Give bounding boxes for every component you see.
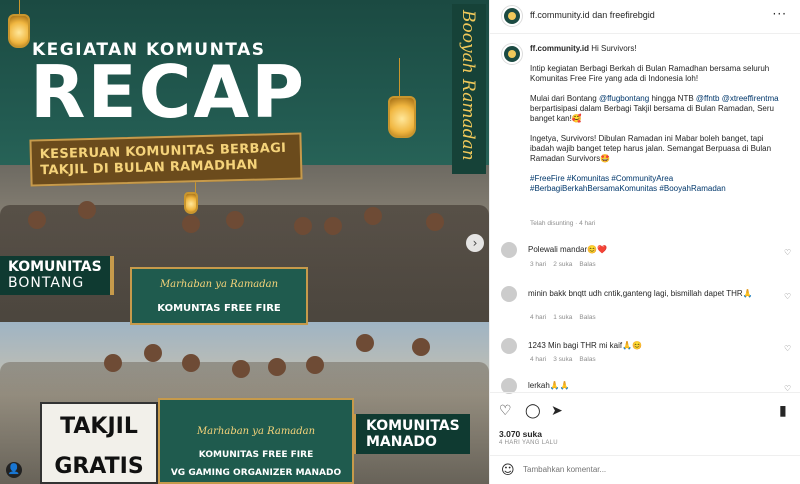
sign-line-2: GRATIS (54, 454, 144, 479)
person-head (104, 354, 122, 372)
comment-like-icon[interactable]: ♡ (784, 292, 791, 301)
hashtags-line-2[interactable]: #BerbagiBerkahBersamaKomunitas #BooyahRa… (530, 184, 780, 194)
comment-avatar[interactable] (501, 338, 517, 354)
person-head (182, 215, 200, 233)
comment-avatar[interactable] (501, 242, 517, 258)
person-head (28, 211, 46, 229)
post-banner: KESERUAN KOMUNITAS BERBAGI TAKJIL DI BUL… (29, 132, 303, 187)
lantern-decoration (8, 0, 30, 48)
share-icon[interactable]: ➤ (551, 403, 563, 419)
post-header: ff.community.id dan freefirebgid ··· (490, 0, 800, 34)
manado-banner-marhaban: Marhaban ya Ramadan (196, 426, 316, 437)
person-head (364, 207, 382, 225)
comment-meta: 4 hari 3 suka Balas (530, 356, 603, 363)
lantern-decoration (184, 154, 198, 214)
comment-time: 4 hari (530, 356, 547, 363)
manado-banner: Marhaban ya Ramadan KOMUNITAS FREE FIRE … (158, 398, 354, 484)
post-author-line: ff.community.id dan freefirebgid (530, 10, 655, 20)
author-connector: dan (592, 10, 608, 20)
account-avatar[interactable] (502, 6, 522, 26)
person-head (306, 356, 324, 374)
caption-paragraph-1: Intip kegiatan Berbagi Berkah di Bulan R… (530, 64, 770, 83)
caption-avatar[interactable] (502, 44, 522, 64)
takjil-gratis-sign: TAKJIL GRATIS (40, 402, 158, 484)
tag-bontang-line-2: BONTANG (8, 275, 85, 292)
manado-banner-komunitas: KOMUNITAS FREE FIRE (198, 450, 314, 460)
comment-text: minin bakk bnqtt udh cntik,ganteng lagi,… (528, 289, 753, 298)
marhaban-banner: Marhaban ya Ramadan KOMUNTAS FREE FIRE (130, 267, 308, 325)
comment-time: 3 hari (530, 261, 547, 268)
add-comment-bar: ☺ (489, 455, 800, 484)
comment-text: Polewali mandar😊❤️ (528, 245, 608, 254)
tag-komunitas-bontang: KOMUNITAS BONTANG (0, 256, 114, 296)
comment-meta: 4 hari 1 suka Balas (530, 314, 603, 321)
caption-greeting: Hi Survivors! (591, 44, 637, 53)
caption-paragraph-2: Mulai dari Bontang @ffugbontang hingga N… (530, 94, 780, 124)
edited-timestamp: Telah disunting · 4 hari (530, 220, 596, 227)
caption-p2-b: hingga NTB (651, 94, 694, 103)
comment-likes[interactable]: 1 suka (553, 314, 572, 321)
tag-bontang-line-1: KOMUNITAS (8, 259, 102, 275)
tag-manado-line-1: KOMUNITAS (366, 418, 460, 434)
person-head (78, 201, 96, 219)
save-icon[interactable]: ▮ (779, 403, 787, 419)
next-image-button[interactable]: › (466, 234, 484, 252)
comment-like-icon[interactable]: ♡ (784, 344, 791, 353)
person-head (324, 217, 342, 235)
comment-text: 1243 Min bagi THR mi kaif🙏😊 (528, 341, 643, 350)
comment-input[interactable] (523, 465, 763, 474)
vertical-text: Booyah Ramadan (458, 10, 478, 161)
user-tags-icon[interactable]: 👤 (6, 462, 22, 478)
post-image[interactable]: KEGIATAN KOMUNTAS RECAP KESERUAN KOMUNIT… (0, 0, 489, 484)
comment-likes[interactable]: 2 suka (553, 261, 572, 268)
caption-p2-c: berpartisipasi dalam Berbagi Takjil bers… (530, 104, 774, 123)
mention-link[interactable]: @ffntb (696, 94, 720, 103)
comment-avatar[interactable] (501, 286, 517, 302)
post-headline: RECAP (30, 50, 306, 134)
reply-button[interactable]: Balas (579, 314, 595, 321)
comment-icon[interactable]: ◯ (525, 403, 541, 419)
comment-meta: 3 hari 2 suka Balas (530, 261, 603, 268)
banner-komunitas-text: KOMUNTAS FREE FIRE (157, 303, 281, 314)
mention-link[interactable]: @ffugbontang (599, 94, 649, 103)
comment-likes[interactable]: 3 suka (553, 356, 572, 363)
hashtags-line-1[interactable]: #FreeFire #Komunitas #CommunityArea (530, 174, 780, 184)
like-count[interactable]: 3.070 suka (499, 429, 542, 439)
caption-text: ff.community.id Hi Survivors! Intip kegi… (530, 44, 780, 194)
collab-username[interactable]: freefirebgid (610, 10, 655, 20)
person-head (182, 354, 200, 372)
account-username[interactable]: ff.community.id (530, 10, 590, 20)
comment-like-icon[interactable]: ♡ (784, 248, 791, 257)
emoji-icon[interactable]: ☺ (501, 463, 515, 478)
tag-komunitas-manado: KOMUNITAS MANADO (352, 414, 470, 455)
person-head (356, 334, 374, 352)
post-actions: ♡ ◯ ➤ ▮ 3.070 suka 4 HARI YANG LALU ☺ (489, 392, 800, 484)
person-head (412, 338, 430, 356)
person-head (426, 213, 444, 231)
person-head (144, 344, 162, 362)
caption-username[interactable]: ff.community.id (530, 44, 589, 53)
comment-time: 4 hari (530, 314, 547, 321)
lantern-decoration (388, 58, 416, 138)
person-head (268, 358, 286, 376)
instagram-post-view: KEGIATAN KOMUNTAS RECAP KESERUAN KOMUNIT… (0, 0, 800, 484)
reply-button[interactable]: Balas (579, 356, 595, 363)
like-icon[interactable]: ♡ (499, 403, 512, 419)
tag-manado-line-2: MANADO (366, 434, 437, 451)
comment-text: lerkah🙏🙏 (528, 381, 570, 390)
sign-line-1: TAKJIL (60, 414, 138, 439)
post-date: 4 HARI YANG LALU (499, 440, 558, 446)
manado-banner-organizer: VG GAMING ORGANIZER MANADO (170, 468, 342, 478)
reply-button[interactable]: Balas (579, 261, 595, 268)
banner-marhaban-text: Marhaban ya Ramadan (159, 279, 279, 290)
person-head (226, 211, 244, 229)
mention-link[interactable]: @xtreeffirentma (722, 94, 779, 103)
person-head (294, 217, 312, 235)
person-head (232, 360, 250, 378)
caption-p2-a: Mulai dari Bontang (530, 94, 597, 103)
vertical-banner: Booyah Ramadan (452, 4, 486, 174)
more-options-icon[interactable]: ··· (773, 7, 787, 21)
caption-paragraph-3: Ingetya, Survivors! Dibulan Ramadan ini … (530, 134, 772, 163)
